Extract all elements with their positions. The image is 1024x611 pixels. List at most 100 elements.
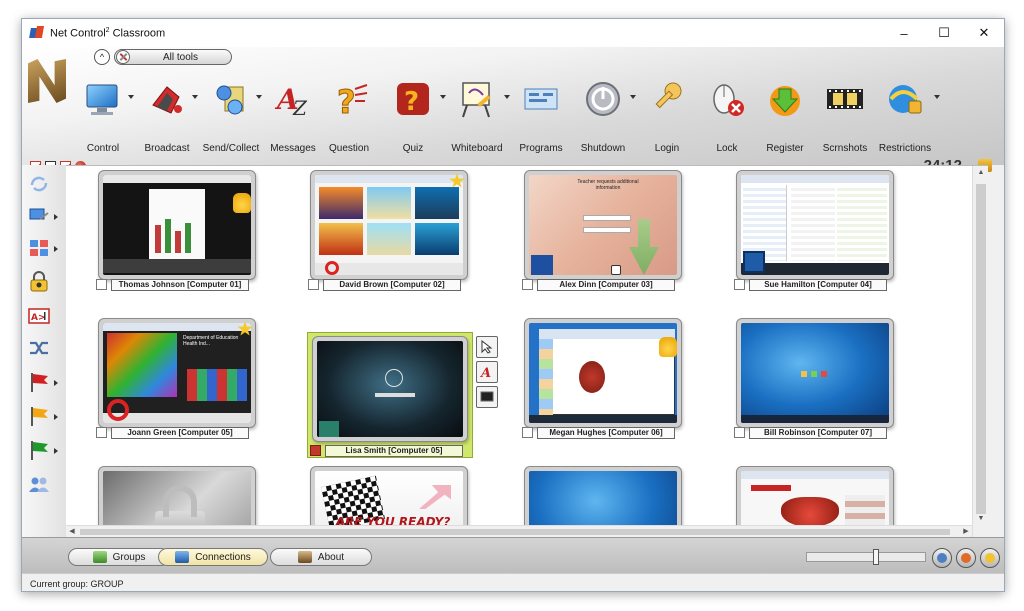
- tool-programs[interactable]: Programs: [506, 73, 576, 157]
- tool-label: Question: [328, 143, 370, 154]
- messages-icon: AZ: [274, 83, 308, 119]
- window-title: Net Control2 Classroom: [50, 26, 166, 40]
- pointer-tool-button[interactable]: [476, 336, 498, 358]
- tool-quiz[interactable]: ? Quiz: [378, 73, 448, 157]
- computer-checkbox[interactable]: [734, 427, 745, 438]
- computer-thumbnail-02[interactable]: [310, 170, 468, 280]
- text-input-icon: A>: [28, 308, 50, 324]
- quiz-icon: ?: [397, 83, 429, 117]
- connections-icon: [175, 551, 190, 563]
- sidebar-item-red-flag[interactable]: [28, 371, 58, 397]
- screen-icon: [480, 391, 494, 402]
- collapse-toolbar-button[interactable]: ^: [94, 49, 110, 65]
- sidebar-item-shuffle[interactable]: [28, 337, 58, 363]
- sidebar-item-green-flag[interactable]: [28, 439, 58, 465]
- horizontal-scroll-thumb[interactable]: [80, 529, 950, 535]
- sidebar-item-yellow-flag[interactable]: [28, 405, 58, 431]
- title-bar: Net Control2 Classroom – ☐ ✕: [22, 19, 1004, 47]
- user-small-icon: [961, 553, 971, 563]
- scroll-right-arrow-icon[interactable]: ▶: [960, 526, 972, 537]
- tool-send-collect[interactable]: Send/Collect: [196, 73, 266, 157]
- computer-name: Bill Robinson [Computer 07]: [749, 426, 887, 439]
- request-title: Teacher requests additional information: [577, 179, 639, 191]
- sidebar-item-lock-user[interactable]: [28, 271, 58, 297]
- vertical-scroll-thumb[interactable]: [976, 184, 986, 514]
- raise-hand-icon: [659, 337, 677, 357]
- thumbnail-size-slider[interactable]: [806, 549, 926, 565]
- horizontal-scrollbar[interactable]: ◀ ▶: [66, 525, 972, 537]
- vertical-scrollbar[interactable]: ▲ ▼: [972, 166, 988, 537]
- computer-caption-07: Megan Hughes [Computer 06]: [522, 426, 675, 439]
- tab-connections[interactable]: Connections: [158, 548, 268, 566]
- computer-caption-04: Sue Hamilton [Computer 04]: [734, 278, 887, 291]
- computer-thumbnail-07[interactable]: [524, 318, 682, 428]
- tool-label: Quiz: [402, 143, 424, 154]
- tool-label: Control: [86, 143, 120, 154]
- screen-tool-button[interactable]: [476, 386, 498, 408]
- computer-checkbox[interactable]: [96, 427, 107, 438]
- computer-caption-01: Thomas Johnson [Computer 01]: [96, 278, 249, 291]
- sidebar-item-refresh[interactable]: [28, 173, 58, 199]
- green-flag-icon: [31, 441, 48, 460]
- groups-icon: [92, 551, 107, 563]
- computer-caption-03: Alex Dinn [Computer 03]: [522, 278, 675, 291]
- computer-thumbnail-03[interactable]: Teacher requests additional information: [524, 170, 682, 280]
- shuffle-icon: [30, 341, 48, 355]
- tool-whiteboard[interactable]: Whiteboard: [442, 73, 512, 157]
- tool-control[interactable]: Control: [68, 73, 138, 157]
- close-button[interactable]: ✕: [964, 19, 1004, 47]
- tool-restrictions[interactable]: Restrictions: [870, 73, 940, 157]
- sidebar-item-layout[interactable]: [28, 237, 58, 263]
- computer-caption-08: Bill Robinson [Computer 07]: [734, 426, 887, 439]
- computer-thumbnail-05[interactable]: Department of Education Health Ind...: [98, 318, 256, 428]
- view-monitor-button[interactable]: [932, 548, 952, 568]
- register-icon: [770, 86, 800, 116]
- text-a-icon: A: [480, 366, 491, 379]
- computer-checkbox[interactable]: [522, 427, 533, 438]
- computer-checkbox[interactable]: [522, 279, 533, 290]
- svg-text:Z: Z: [292, 96, 308, 119]
- scroll-down-arrow-icon[interactable]: ▼: [973, 512, 988, 526]
- computer-thumbnail-06[interactable]: [312, 336, 468, 442]
- tab-label: Groups: [112, 551, 146, 563]
- computer-checkbox[interactable]: [310, 445, 321, 456]
- tool-label: Send/Collect: [202, 143, 260, 154]
- computer-thumbnail-08[interactable]: [736, 318, 894, 428]
- tool-shutdown[interactable]: Shutdown: [568, 73, 638, 157]
- minimize-button[interactable]: –: [884, 19, 924, 47]
- tab-groups[interactable]: Groups: [68, 548, 170, 566]
- message-tool-button[interactable]: A: [476, 361, 498, 383]
- tools-x-icon: [116, 50, 130, 64]
- monitor-small-icon: [937, 553, 947, 563]
- broadcast-icon: [152, 86, 182, 114]
- yellow-flag-icon: [31, 407, 48, 426]
- slider-knob[interactable]: [873, 549, 879, 565]
- computer-checkbox[interactable]: [308, 279, 319, 290]
- computer-checkbox[interactable]: [734, 279, 745, 290]
- computer-caption-05: Joann Green [Computer 05]: [96, 426, 249, 439]
- view-user-button[interactable]: [956, 548, 976, 568]
- all-tools-button[interactable]: All tools: [114, 49, 232, 65]
- scroll-up-arrow-icon[interactable]: ▲: [973, 166, 988, 180]
- svg-text:?: ?: [337, 83, 356, 119]
- sidebar-item-users[interactable]: [28, 473, 58, 499]
- tab-about[interactable]: About: [270, 548, 372, 566]
- red-flag-icon: [31, 373, 48, 392]
- computer-checkbox[interactable]: [96, 279, 107, 290]
- app-window: Net Control2 Classroom – ☐ ✕ ^ All tools…: [21, 18, 1005, 592]
- raise-hand-icon: [233, 193, 251, 213]
- scroll-left-arrow-icon[interactable]: ◀: [66, 526, 78, 537]
- cursor-icon: [481, 340, 493, 354]
- computer-name: Thomas Johnson [Computer 01]: [111, 278, 249, 291]
- sidebar-item-text-input[interactable]: A>: [28, 305, 58, 331]
- maximize-button[interactable]: ☐: [924, 19, 964, 47]
- computer-thumbnail-04[interactable]: [736, 170, 894, 280]
- tool-label: Programs: [519, 143, 563, 154]
- computer-thumbnail-01[interactable]: [98, 170, 256, 280]
- view-options-button[interactable]: [980, 548, 1000, 568]
- computer-name: Joann Green [Computer 05]: [111, 426, 249, 439]
- tool-question[interactable]: ? Question: [314, 73, 384, 157]
- sidebar-item-monitor-send[interactable]: [28, 205, 58, 231]
- layout-grid-icon: [30, 240, 48, 256]
- tool-broadcast[interactable]: Broadcast: [132, 73, 202, 157]
